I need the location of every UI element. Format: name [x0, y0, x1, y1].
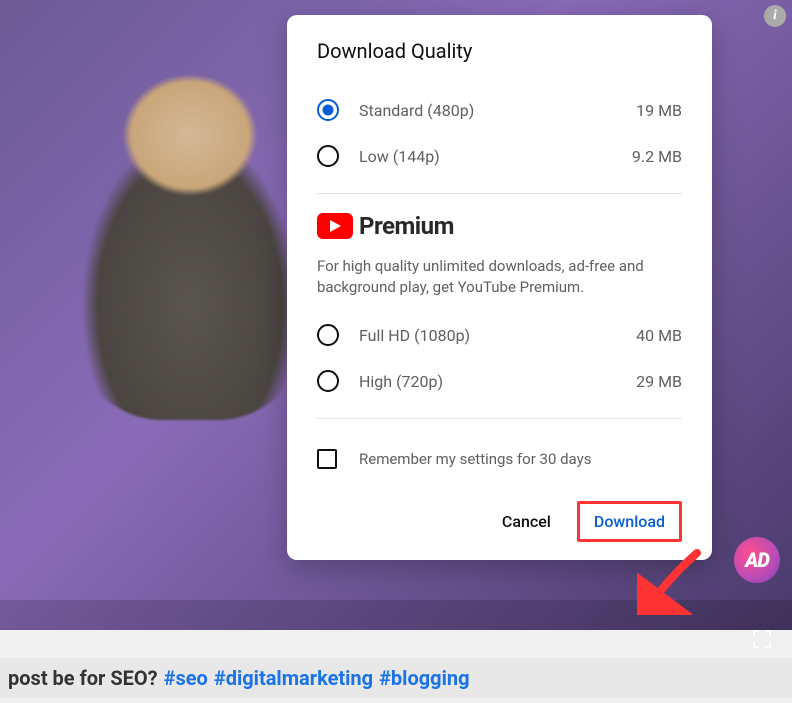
premium-label: Premium: [359, 212, 454, 240]
info-icon[interactable]: i: [764, 5, 786, 27]
youtube-icon: [317, 213, 353, 239]
radio-icon: [317, 370, 339, 392]
quality-label: High (720p): [359, 372, 636, 391]
quality-label: Full HD (1080p): [359, 326, 636, 345]
quality-label: Standard (480p): [359, 101, 636, 120]
dialog-title: Download Quality: [317, 39, 682, 63]
radio-icon: [317, 145, 339, 167]
caption-text: post be for SEO?: [8, 666, 158, 690]
quality-label: Low (144p): [359, 147, 632, 166]
quality-size: 40 MB: [636, 326, 682, 345]
download-quality-dialog: Download Quality Standard (480p) 19 MB L…: [287, 15, 712, 560]
download-button[interactable]: Download: [577, 501, 682, 542]
checkbox-icon: [317, 449, 337, 469]
divider: [317, 418, 682, 419]
quality-size: 19 MB: [636, 101, 682, 120]
quality-option-fullhd[interactable]: Full HD (1080p) 40 MB: [317, 312, 682, 358]
remember-settings-row[interactable]: Remember my settings for 30 days: [317, 433, 682, 485]
radio-icon: [317, 99, 339, 121]
video-controls-overlay: [0, 600, 792, 630]
quality-size: 29 MB: [636, 372, 682, 391]
quality-option-high[interactable]: High (720p) 29 MB: [317, 358, 682, 404]
quality-option-standard[interactable]: Standard (480p) 19 MB: [317, 87, 682, 133]
premium-description: For high quality unlimited downloads, ad…: [317, 256, 682, 298]
quality-size: 9.2 MB: [632, 147, 682, 166]
fullscreen-icon[interactable]: [750, 627, 774, 651]
channel-avatar[interactable]: AD: [734, 537, 780, 583]
divider: [317, 193, 682, 194]
remember-label: Remember my settings for 30 days: [359, 450, 591, 468]
radio-icon: [317, 324, 339, 346]
cancel-button[interactable]: Cancel: [488, 504, 565, 539]
video-caption-bar: post be for SEO? #seo #digitalmarketing …: [0, 658, 792, 698]
hashtag-link[interactable]: #digitalmarketing: [214, 666, 373, 690]
premium-brand-row: Premium: [317, 212, 682, 240]
quality-option-low[interactable]: Low (144p) 9.2 MB: [317, 133, 682, 179]
hashtag-link[interactable]: #seo: [164, 666, 208, 690]
hashtag-link[interactable]: #blogging: [379, 666, 469, 690]
dialog-actions: Cancel Download: [317, 501, 682, 542]
